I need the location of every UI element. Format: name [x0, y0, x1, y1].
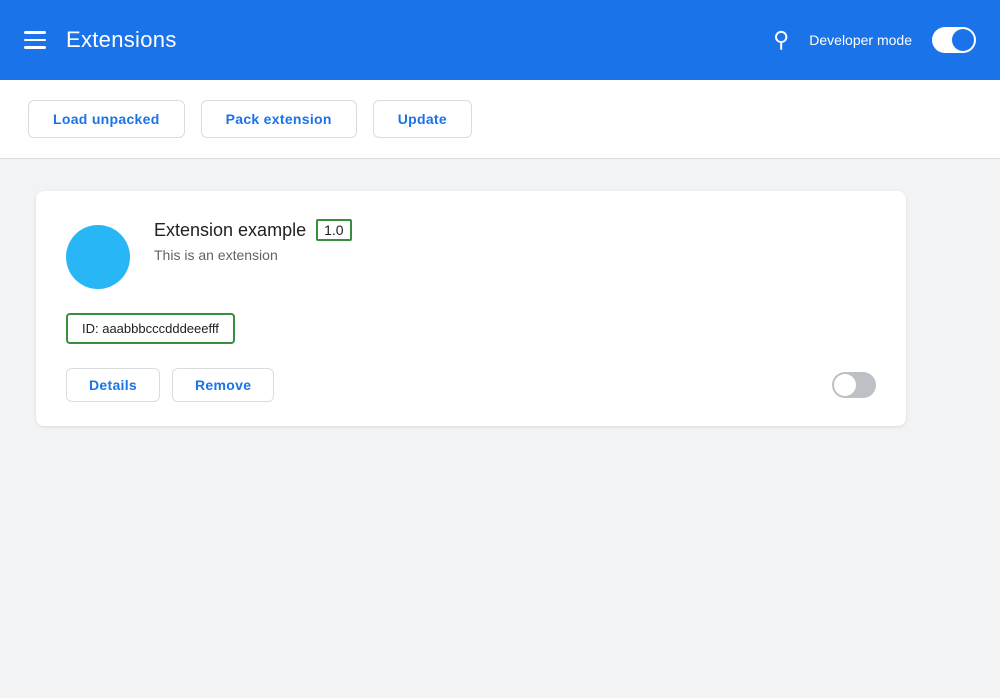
load-unpacked-button[interactable]: Load unpacked — [28, 100, 185, 138]
card-top: Extension example 1.0 This is an extensi… — [66, 219, 876, 289]
extension-icon — [66, 225, 130, 289]
developer-mode-label: Developer mode — [809, 32, 912, 48]
extension-info: Extension example 1.0 This is an extensi… — [154, 219, 876, 263]
header-left: Extensions — [24, 27, 177, 53]
extension-description: This is an extension — [154, 247, 876, 263]
card-actions: Details Remove — [66, 368, 274, 402]
card-bottom: Details Remove — [66, 368, 876, 402]
page-title: Extensions — [66, 27, 177, 53]
details-button[interactable]: Details — [66, 368, 160, 402]
remove-button[interactable]: Remove — [172, 368, 274, 402]
search-icon[interactable]: ⚲ — [773, 27, 789, 53]
extension-name-row: Extension example 1.0 — [154, 219, 876, 241]
hamburger-menu-icon[interactable] — [24, 31, 46, 49]
header-right: ⚲ Developer mode — [773, 27, 976, 53]
toolbar: Load unpacked Pack extension Update — [0, 80, 1000, 159]
update-button[interactable]: Update — [373, 100, 472, 138]
toggle-off-knob — [834, 374, 856, 396]
extension-name: Extension example — [154, 220, 306, 241]
extension-enable-toggle[interactable] — [832, 372, 876, 398]
developer-mode-toggle[interactable] — [932, 27, 976, 53]
main-content: Extension example 1.0 This is an extensi… — [0, 159, 1000, 458]
pack-extension-button[interactable]: Pack extension — [201, 100, 357, 138]
extension-id-row: ID: aaabbbcccdddeeefff — [66, 313, 876, 344]
extension-version: 1.0 — [316, 219, 351, 241]
extension-card: Extension example 1.0 This is an extensi… — [36, 191, 906, 426]
extension-id: ID: aaabbbcccdddeeefff — [66, 313, 235, 344]
app-header: Extensions ⚲ Developer mode — [0, 0, 1000, 80]
toggle-knob — [952, 29, 974, 51]
